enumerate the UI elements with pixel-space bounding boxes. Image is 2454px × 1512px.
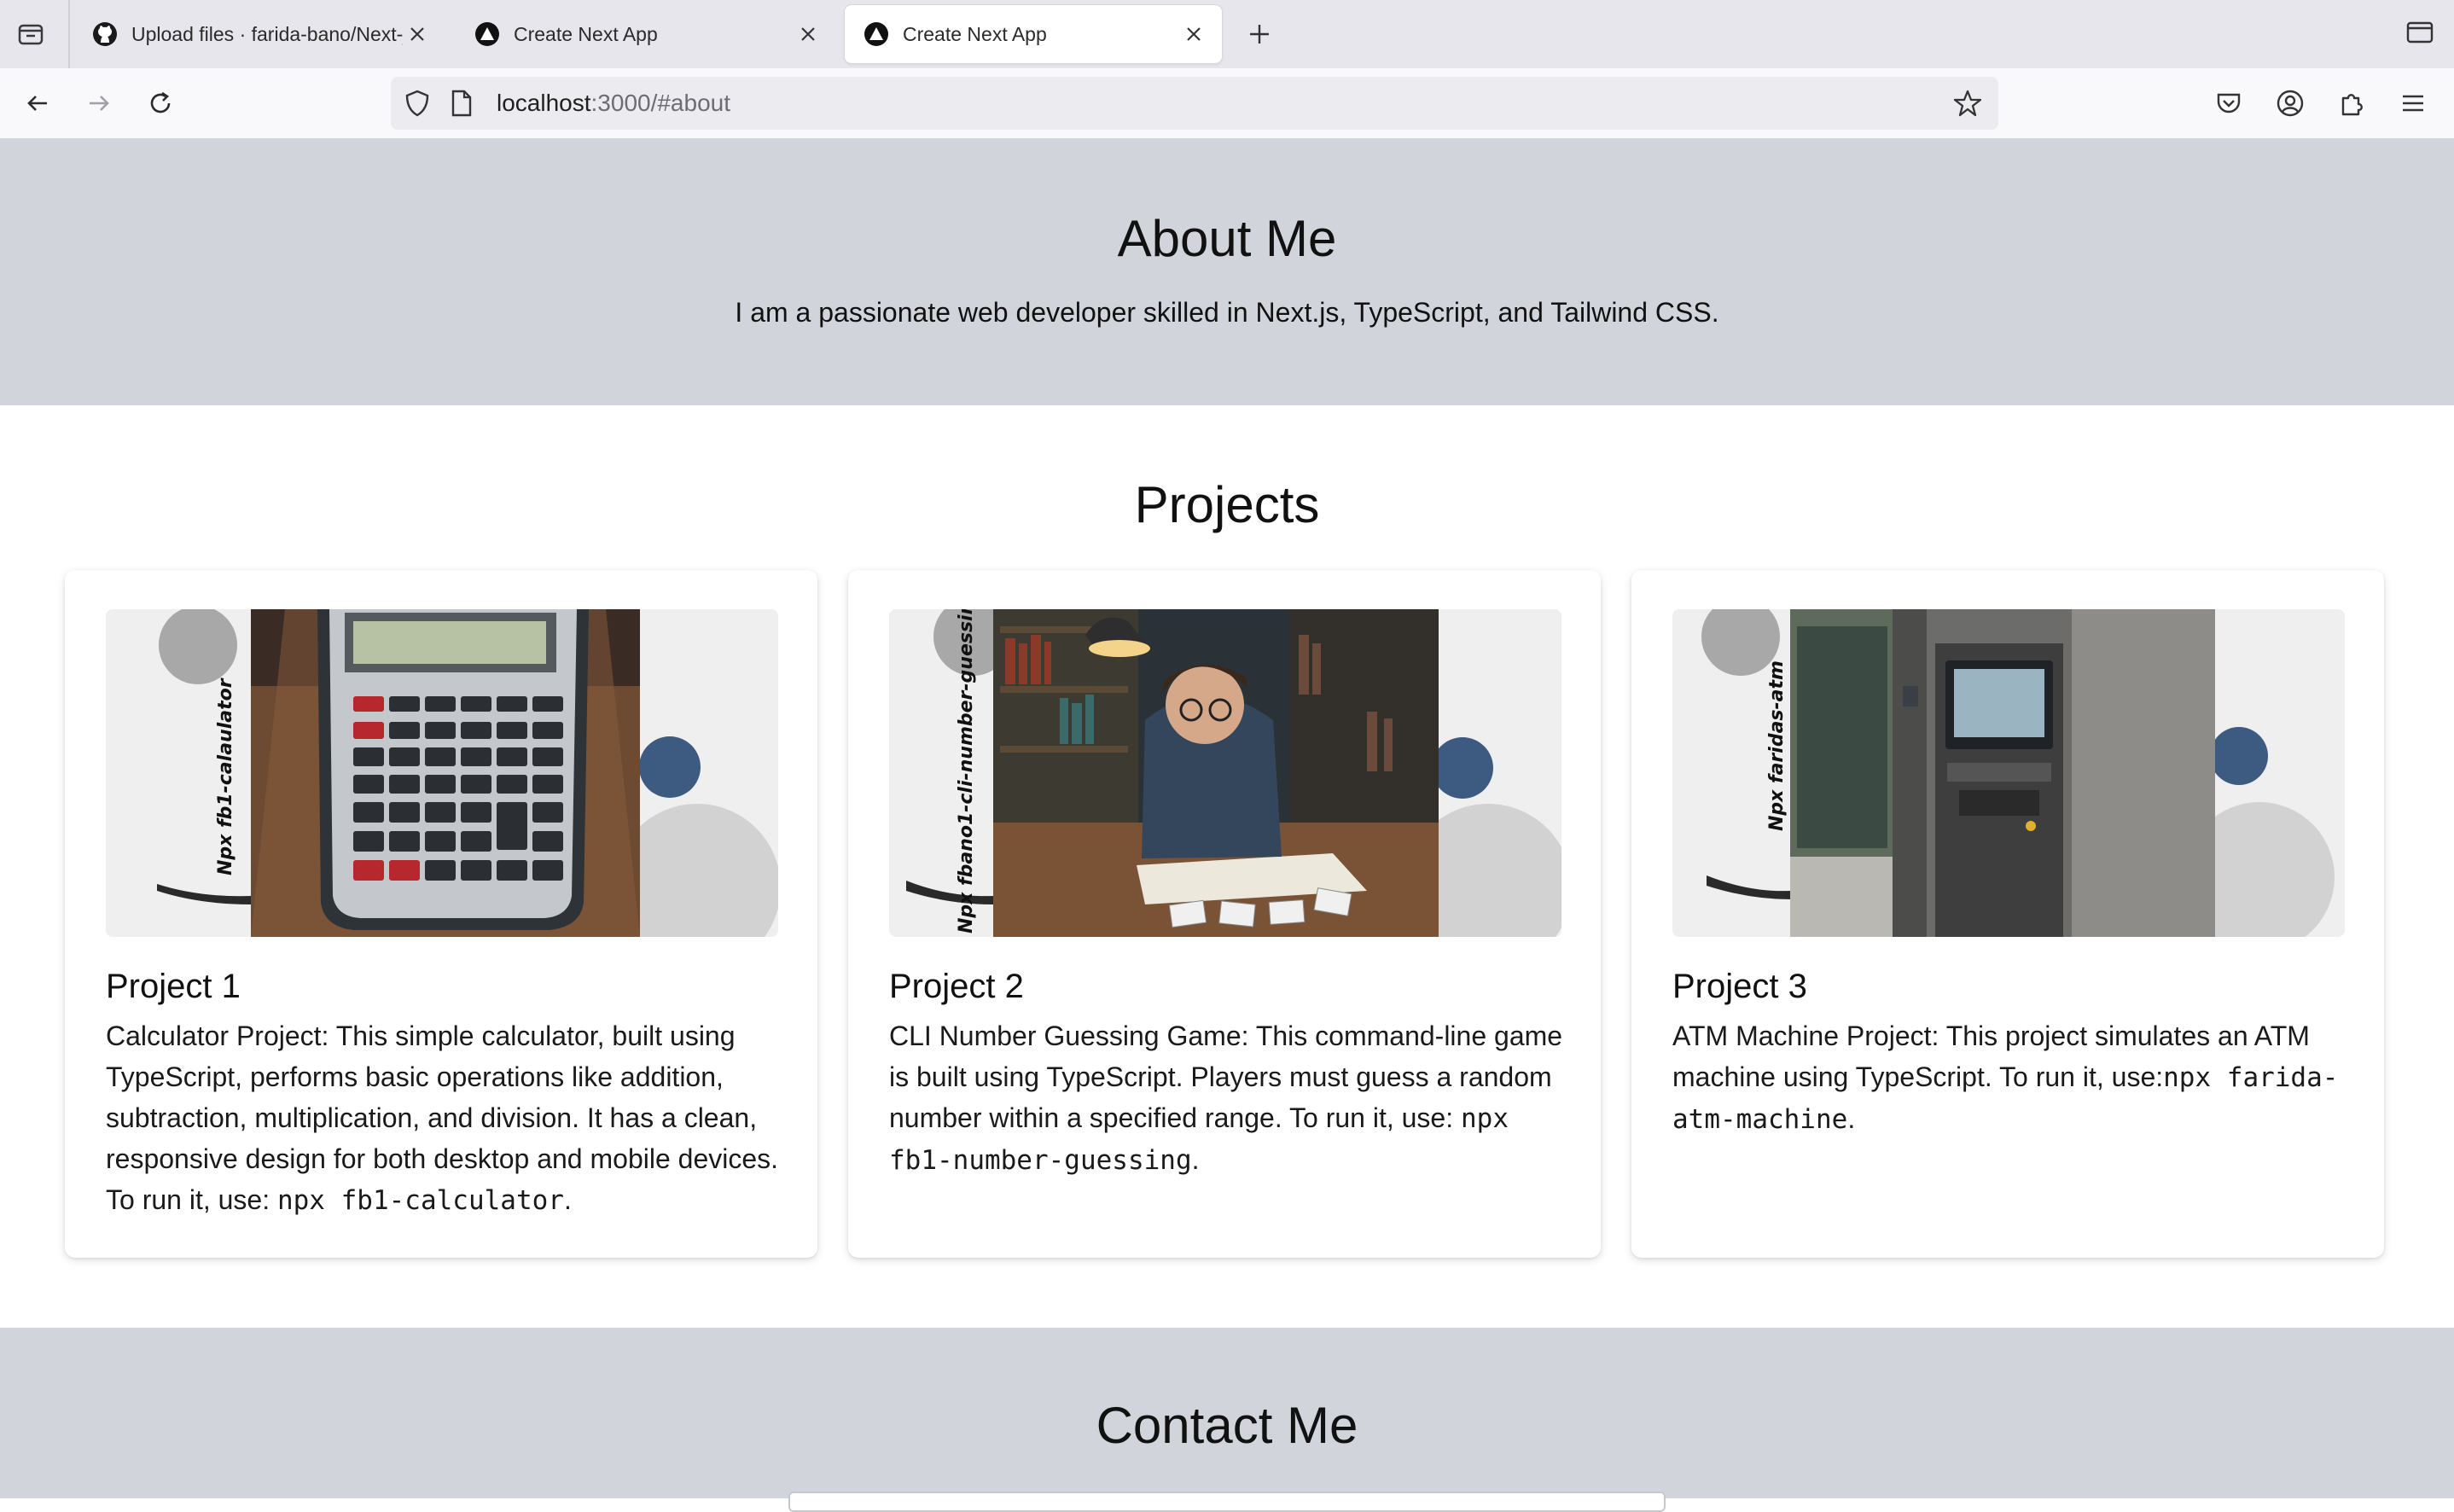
project-description: ATM Machine Project: This project simula… xyxy=(1672,1015,2355,1140)
tab-strip: Upload files · farida-bano/Next-j Create… xyxy=(0,0,2454,68)
pocket-button[interactable] xyxy=(2205,79,2253,127)
projects-title: Projects xyxy=(1134,476,1320,533)
nextjs-icon xyxy=(862,20,891,49)
tab-upload-files[interactable]: Upload files · farida-bano/Next-j xyxy=(73,5,445,63)
project-description: Calculator Project: This simple calculat… xyxy=(106,1015,788,1221)
project-description-suffix: . xyxy=(1847,1103,1856,1134)
menu-button[interactable] xyxy=(2389,79,2437,127)
new-tab-button[interactable] xyxy=(1236,10,1283,58)
hamburger-menu-icon xyxy=(2403,95,2423,112)
project-card: Npx fb1-calaulator Project 1 Calculator … xyxy=(65,570,817,1258)
extensions-button[interactable] xyxy=(2328,79,2375,127)
project-card: Npx fbano1-cli-number-guessing Project 2… xyxy=(848,570,1601,1258)
tab-create-next-app[interactable]: Create Next App xyxy=(456,5,836,63)
project-title: Project 3 xyxy=(1672,968,1807,1005)
forward-button[interactable] xyxy=(75,79,123,127)
project-description-suffix: . xyxy=(1191,1144,1200,1175)
project-image: Npx faridas-atm xyxy=(1672,609,2345,937)
tab-title: Create Next App xyxy=(903,22,1047,45)
puzzle-icon xyxy=(2341,94,2363,116)
bookmark-star-icon[interactable] xyxy=(1952,88,1983,123)
url-text[interactable]: localhost:3000/#about xyxy=(497,77,730,130)
tab-title: Create Next App xyxy=(514,22,658,45)
tab-overview-icon xyxy=(18,24,44,45)
about-section: About Me I am a passionate web developer… xyxy=(0,138,2454,405)
project-card: Npx faridas-atm Project 3 ATM Machine Pr… xyxy=(1631,570,2384,1258)
account-icon xyxy=(2277,90,2304,117)
tab-overview-button[interactable] xyxy=(7,10,55,58)
account-button[interactable] xyxy=(2266,79,2314,127)
arrow-left-icon xyxy=(27,96,47,111)
sidebar-toggle-button[interactable] xyxy=(2396,9,2444,56)
url-path: :3000/#about xyxy=(590,90,731,116)
reload-button[interactable] xyxy=(137,79,184,127)
project-title: Project 2 xyxy=(889,968,1024,1005)
close-tab-icon[interactable] xyxy=(794,20,823,49)
navigation-bar: localhost:3000/#about xyxy=(0,68,2454,139)
project-image-label: Npx fb1-calaulator xyxy=(215,678,236,875)
nextjs-icon xyxy=(473,20,502,49)
contact-form-field[interactable] xyxy=(788,1492,1666,1512)
project-image: Npx fb1-calaulator xyxy=(106,609,778,937)
project-description: CLI Number Guessing Game: This command-l… xyxy=(889,1015,1572,1181)
browser-chrome: Upload files · farida-bano/Next-j Create… xyxy=(0,0,2454,139)
tab-create-next-app-active[interactable]: Create Next App xyxy=(845,5,1222,63)
project-image: Npx fbano1-cli-number-guessing xyxy=(889,609,1561,937)
pocket-icon xyxy=(2217,93,2241,113)
tab-title: Upload files · farida-bano/Next-j xyxy=(131,22,403,45)
contact-title: Contact Me xyxy=(1096,1397,1358,1454)
tab-separator xyxy=(68,0,70,68)
arrow-right-icon xyxy=(90,96,109,111)
back-button[interactable] xyxy=(14,79,61,127)
close-tab-icon[interactable] xyxy=(1179,20,1208,49)
project-image-label: Npx faridas-atm xyxy=(1766,660,1788,831)
sidebar-icon xyxy=(2406,21,2434,44)
project-command: npx fb1-calculator xyxy=(276,1185,564,1216)
address-bar[interactable]: localhost:3000/#about xyxy=(391,77,1998,130)
about-title: About Me xyxy=(1117,210,1337,267)
project-title: Project 1 xyxy=(106,968,241,1005)
about-text: I am a passionate web developer skilled … xyxy=(735,297,1719,328)
close-tab-icon[interactable] xyxy=(403,20,432,49)
shield-icon[interactable] xyxy=(403,89,432,122)
project-description-suffix: . xyxy=(563,1184,572,1215)
github-icon xyxy=(90,20,119,49)
project-image-label: Npx fbano1-cli-number-guessing xyxy=(956,609,977,933)
plus-icon xyxy=(1250,25,1269,44)
page-icon[interactable] xyxy=(449,89,474,122)
reload-icon xyxy=(150,91,171,113)
url-host: localhost xyxy=(497,90,591,116)
contact-section: Contact Me xyxy=(0,1328,2454,1512)
